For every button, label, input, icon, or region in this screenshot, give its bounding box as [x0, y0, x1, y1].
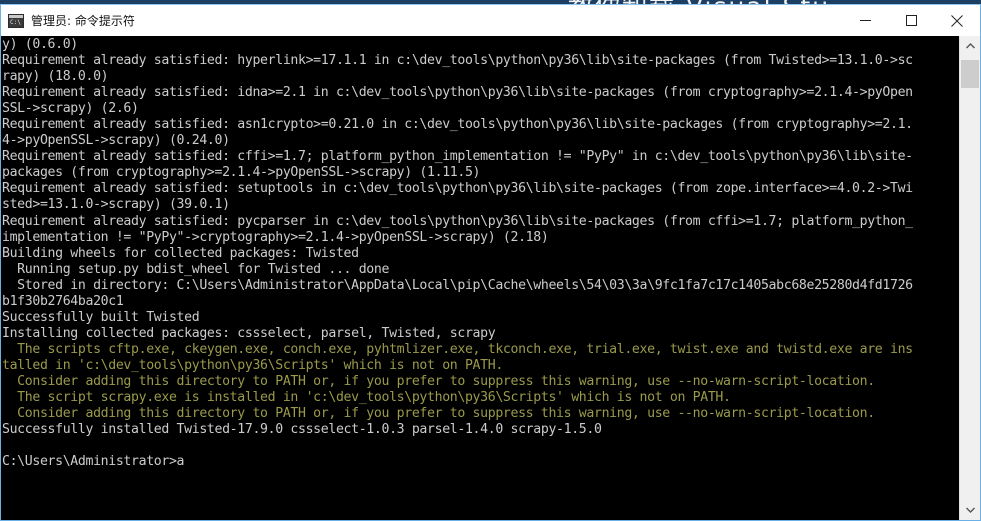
scrollbar-thumb[interactable]: [961, 60, 979, 88]
terminal-line: Consider adding this directory to PATH o…: [2, 406, 875, 422]
scroll-down-button[interactable]: [960, 500, 980, 520]
terminal-line: Building wheels for collected packages: …: [2, 245, 359, 261]
terminal-line: The script scrapy.exe is installed in 'c…: [2, 390, 731, 406]
terminal-line: SSL->scrapy) (2.6): [2, 101, 139, 117]
scroll-up-button[interactable]: [960, 36, 980, 56]
minimize-button[interactable]: [842, 5, 888, 36]
terminal-line: packages (from cryptography>=2.1.4->pyOp…: [2, 165, 481, 181]
close-button[interactable]: [934, 5, 980, 36]
terminal-line: Successfully built Twisted: [2, 309, 200, 325]
command-prompt-window: 管理员: 命令提示符 y) (0.6.0)Requirement already…: [0, 4, 981, 521]
terminal-line: Requirement already satisfied: hyperlink…: [2, 53, 913, 69]
window-title: 管理员: 命令提示符: [31, 14, 135, 28]
scrollbar-track[interactable]: [960, 88, 980, 500]
terminal-line: 4->pyOpenSSL->scrapy) (0.24.0): [2, 133, 230, 149]
chevron-up-icon: [965, 43, 975, 49]
console-icon: [8, 13, 24, 28]
terminal-line: Requirement already satisfied: idna>=2.1…: [2, 85, 913, 101]
terminal-line: y) (0.6.0): [2, 37, 78, 52]
vertical-scrollbar[interactable]: [959, 36, 980, 520]
maximize-icon: [905, 15, 917, 26]
title-bar[interactable]: 管理员: 命令提示符: [1, 5, 980, 36]
terminal-line: Running setup.py bdist_wheel for Twisted…: [2, 261, 390, 277]
terminal-line: Successfully installed Twisted-17.9.0 cs…: [2, 422, 602, 438]
maximize-button[interactable]: [888, 5, 934, 36]
terminal-line: Stored in directory: C:\Users\Administra…: [2, 277, 913, 293]
terminal-line: Installing collected packages: cssselect…: [2, 325, 496, 341]
terminal-line: Consider adding this directory to PATH o…: [2, 373, 875, 389]
terminal-line: C:\Users\Administrator>a: [2, 454, 185, 470]
terminal-area[interactable]: y) (0.6.0) Requirement already satisfied:…: [1, 36, 980, 520]
minimize-icon: [859, 20, 871, 21]
chevron-down-icon: [965, 507, 975, 513]
terminal-line: Requirement already satisfied: asn1crypt…: [2, 117, 913, 133]
terminal-line: Requirement already satisfied: cffi>=1.7…: [2, 149, 913, 165]
terminal-output[interactable]: y) (0.6.0) Requirement already satisfied:…: [1, 36, 959, 520]
close-icon: [951, 14, 963, 27]
terminal-line: The scripts cftp.exe, ckeygen.exe, conch…: [2, 341, 913, 357]
terminal-line: rapy) (18.0.0): [2, 69, 109, 85]
terminal-line: Requirement already satisfied: pycparser…: [2, 213, 913, 229]
terminal-line: b1f30b2764ba20c1: [2, 293, 124, 309]
terminal-line: talled in 'c:\dev_tools\python\py36\Scri…: [2, 357, 503, 373]
terminal-line: Requirement already satisfied: setuptool…: [2, 181, 913, 197]
terminal-line: implementation != "PyPy"->cryptography>=…: [2, 229, 549, 245]
terminal-line: sted>=13.1.0->scrapy) (39.0.1): [2, 197, 230, 213]
